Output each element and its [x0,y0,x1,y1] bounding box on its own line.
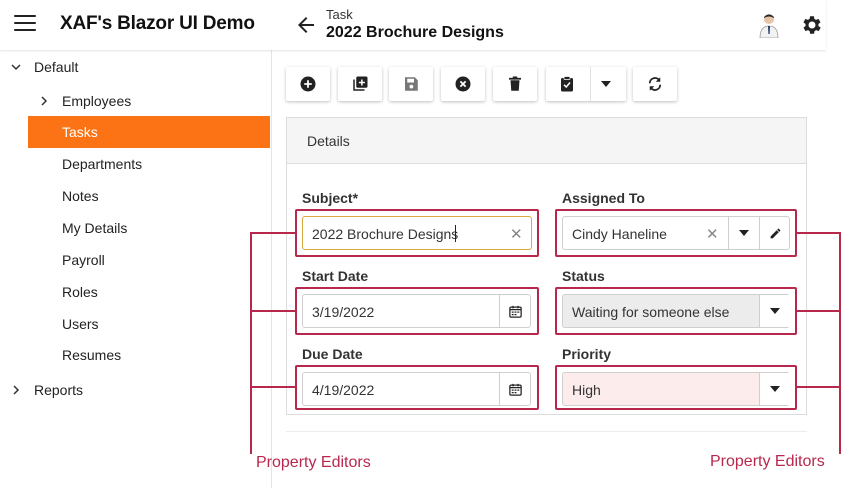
callout-line [250,232,252,454]
details-group: Details [286,117,807,415]
assigned-edit-button[interactable] [759,217,790,249]
delete-button[interactable] [493,67,537,101]
add-icon [300,76,316,92]
sidebar-group-label: Default [34,59,79,75]
close-icon [455,76,471,92]
validate-button[interactable] [546,67,626,101]
annotation-right: Property Editors [710,453,825,470]
sidebar: Default Employees Tasks Departments Note… [0,50,272,488]
back-arrow-icon[interactable] [294,13,318,37]
start-date-calendar-button[interactable] [499,295,530,327]
start-date-picker[interactable]: 3/19/2022 [302,294,531,328]
callout-line [839,232,841,454]
clear-icon[interactable]: ✕ [510,225,523,243]
calendar-icon [508,305,522,318]
priority-dropdown-button[interactable] [759,373,790,405]
text-caret [455,225,456,242]
sidebar-item-label: My Details [62,220,128,236]
sidebar-item-label: Notes [62,188,99,204]
app-header: XAF's Blazor UI Demo Task 2022 Brochure … [0,0,826,50]
subject-value: 2022 Brochure Designs [312,226,459,242]
details-header[interactable]: Details [287,118,806,164]
dropdown-icon[interactable] [600,80,612,88]
sidebar-item-label: Roles [62,284,98,300]
delete-icon [509,76,521,91]
details-title: Details [307,133,350,149]
chevron-down-icon [739,230,749,236]
sidebar-group-label: Reports [34,382,84,398]
sidebar-item-my-details[interactable]: My Details [28,213,270,243]
priority-label: Priority [562,346,612,362]
page-title: 2022 Brochure Designs [326,24,504,41]
gear-icon[interactable] [800,13,824,37]
sidebar-item-roles[interactable]: Roles [28,277,270,307]
subject-input[interactable]: 2022 Brochure Designs ✕ [302,216,532,250]
app-title: XAF's Blazor UI Demo [60,13,255,34]
callout-line [250,386,296,388]
validate-icon [561,76,573,92]
refresh-button[interactable] [633,67,677,101]
assigned-dropdown-button[interactable] [728,217,759,249]
clear-icon[interactable]: ✕ [706,225,719,243]
assigned-to-value: Cindy Haneline [572,226,667,242]
calendar-icon [508,383,522,396]
sidebar-group-default[interactable]: Default [0,52,272,82]
sidebar-item-tasks[interactable]: Tasks [28,116,270,148]
menu-icon[interactable] [14,15,36,33]
clone-icon [353,76,368,91]
divider [286,431,807,432]
due-date-calendar-button[interactable] [499,373,530,405]
status-dropdown-button[interactable] [759,295,790,327]
sidebar-item-label: Departments [62,156,143,172]
sidebar-item-notes[interactable]: Notes [28,181,270,211]
callout-line [796,386,840,388]
new-button[interactable] [286,67,330,101]
annotation-left: Property Editors [256,454,371,471]
chevron-right-icon [10,375,22,405]
status-select[interactable]: Waiting for someone else [562,294,790,328]
sidebar-item-label: Employees [62,93,132,109]
due-date-picker[interactable]: 4/19/2022 [302,372,531,406]
chevron-down-icon [10,52,22,82]
due-date-label: Due Date [302,346,363,362]
sidebar-item-users[interactable]: Users [28,309,270,339]
assigned-to-label: Assigned To [562,190,645,206]
save-icon [405,77,418,91]
sidebar-item-label: Users [62,316,99,332]
breadcrumb: Task [326,7,353,22]
sidebar-item-resumes[interactable]: Resumes [28,340,270,370]
sidebar-item-payroll[interactable]: Payroll [28,245,270,275]
toolbar-separator [590,67,591,101]
status-label: Status [562,268,605,284]
chevron-right-icon [38,86,50,116]
due-date-value: 4/19/2022 [312,382,375,398]
callout-line [796,232,840,234]
priority-value: High [572,382,601,398]
clone-button[interactable] [338,67,382,101]
chevron-down-icon [770,386,780,392]
assigned-to-lookup[interactable]: Cindy Haneline ✕ [562,216,790,250]
sidebar-group-reports[interactable]: Reports [0,375,272,405]
user-avatar[interactable] [758,12,780,38]
pencil-icon [770,228,780,238]
sidebar-item-employees[interactable]: Employees [28,86,270,116]
refresh-icon [648,77,662,91]
callout-line [250,310,296,312]
callout-line [250,232,296,234]
sidebar-item-label: Payroll [62,252,105,268]
status-value: Waiting for someone else [572,304,730,320]
sidebar-item-label: Tasks [62,124,98,140]
callout-line [796,310,840,312]
start-date-label: Start Date [302,268,369,284]
sidebar-item-departments[interactable]: Departments [28,149,270,179]
priority-select[interactable]: High [562,372,790,406]
cancel-button[interactable] [441,67,485,101]
chevron-down-icon [770,308,780,314]
save-button[interactable] [389,67,433,101]
start-date-value: 3/19/2022 [312,304,375,320]
sidebar-item-label: Resumes [62,347,122,363]
subject-label: Subject* [302,190,359,206]
